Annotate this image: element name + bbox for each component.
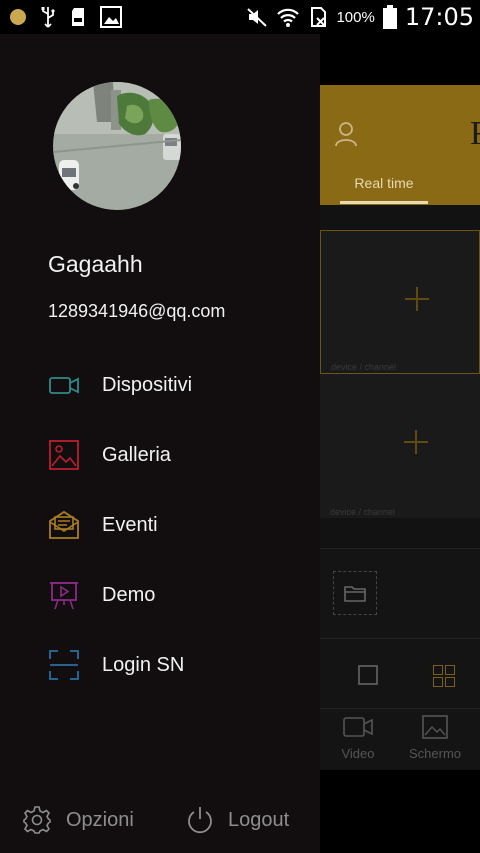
user-icon bbox=[335, 122, 357, 147]
video-icon bbox=[343, 717, 373, 737]
menu-item-galleria[interactable]: Galleria bbox=[0, 420, 320, 490]
tab-indicator bbox=[340, 201, 428, 204]
events-icon bbox=[49, 510, 79, 539]
menu-label-dispositivi: Dispositivi bbox=[102, 373, 193, 396]
gear-icon bbox=[23, 806, 51, 834]
nav-screen-label: Schermo bbox=[408, 746, 462, 761]
tab-real-time[interactable]: Real time bbox=[340, 175, 428, 191]
avatar-image bbox=[53, 82, 181, 210]
nav-screen[interactable]: Schermo bbox=[400, 715, 470, 761]
menu-label-galleria: Galleria bbox=[102, 443, 171, 466]
user-email: 1289341946@qq.com bbox=[48, 301, 226, 321]
layout-switcher bbox=[320, 638, 480, 708]
user-name: Gagaahh bbox=[48, 251, 143, 277]
menu-label-eventi: Eventi bbox=[102, 513, 158, 536]
menu-item-eventi[interactable]: Eventi bbox=[0, 490, 320, 560]
camera-icon bbox=[49, 377, 79, 394]
power-icon bbox=[188, 807, 212, 834]
screen-icon bbox=[422, 715, 448, 739]
status-left-icons bbox=[10, 4, 122, 30]
clock: 17:05 bbox=[404, 3, 474, 31]
background-gap bbox=[320, 34, 480, 85]
status-bar: 100% 17:05 bbox=[0, 0, 480, 34]
header-title-fragment: R bbox=[470, 115, 480, 153]
cell-label: device / channel bbox=[331, 362, 397, 372]
background-bottom bbox=[320, 770, 480, 853]
background-bottom-nav: Video Schermo bbox=[320, 708, 480, 770]
add-device-icon bbox=[405, 287, 429, 311]
sim-off-icon bbox=[311, 7, 327, 27]
menu-label-login-sn: Login SN bbox=[102, 653, 185, 676]
wifi-icon bbox=[277, 8, 300, 27]
navigation-drawer: Gagaahh 1289341946@qq.com Dispositivi Ga… bbox=[0, 34, 320, 853]
folder-button[interactable] bbox=[333, 571, 377, 615]
video-cell[interactable]: device / channel bbox=[320, 374, 480, 518]
menu-item-dispositivi[interactable]: Dispositivi bbox=[0, 350, 320, 420]
avatar[interactable] bbox=[53, 82, 181, 210]
folder-icon bbox=[344, 586, 366, 602]
notification-dot-icon bbox=[10, 9, 26, 25]
single-view-icon[interactable] bbox=[358, 665, 378, 685]
cell-label: device / channel bbox=[330, 507, 396, 517]
battery-percent: 100% bbox=[336, 8, 375, 26]
menu-item-login-sn[interactable]: Login SN bbox=[0, 630, 320, 700]
logout-label: Logout bbox=[228, 808, 290, 831]
background-header: R Real time bbox=[320, 85, 480, 205]
background-app: R Real time device / channel device / ch… bbox=[320, 34, 480, 853]
nav-video[interactable]: Video bbox=[323, 715, 393, 761]
nav-video-label: Video bbox=[341, 746, 375, 761]
menu-item-demo[interactable]: Demo bbox=[0, 560, 320, 630]
storage-icon bbox=[72, 8, 84, 26]
grid-view-icon[interactable] bbox=[433, 665, 455, 687]
mute-icon bbox=[247, 8, 268, 27]
options-button[interactable]: Opzioni bbox=[22, 790, 134, 850]
status-right-icons: 100% 17:05 bbox=[246, 0, 474, 34]
drawer-footer: Opzioni Logout bbox=[0, 790, 320, 850]
demo-icon bbox=[50, 582, 78, 610]
usb-icon bbox=[41, 7, 55, 28]
scan-icon bbox=[49, 650, 79, 680]
menu-label-demo: Demo bbox=[102, 583, 156, 606]
options-label: Opzioni bbox=[66, 808, 134, 831]
battery-icon bbox=[382, 5, 397, 29]
image-notification-icon bbox=[100, 6, 122, 28]
video-cell[interactable]: device / channel bbox=[320, 230, 480, 374]
gallery-icon bbox=[49, 440, 79, 470]
add-device-icon bbox=[404, 430, 428, 454]
logout-button[interactable]: Logout bbox=[186, 790, 289, 850]
folder-row bbox=[320, 548, 480, 638]
